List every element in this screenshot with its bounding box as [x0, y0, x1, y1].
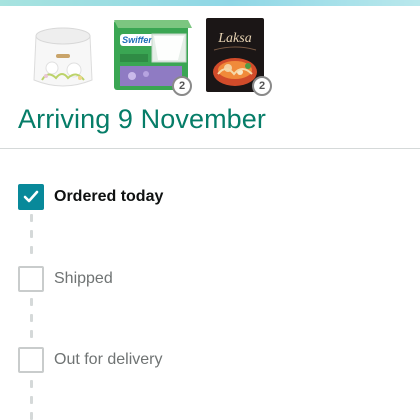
- progress-connector-dash: [30, 330, 33, 338]
- tracker-step-label: Out for delivery: [54, 351, 163, 368]
- progress-connector-dash: [30, 412, 33, 420]
- order-tracking-screen: Swiffer 2 Laksa 2 Arriving 9 November Or…: [0, 0, 420, 420]
- tracker-step-label: Shipped: [54, 270, 113, 287]
- progress-connector-dash: [30, 314, 33, 322]
- tracker-step-ordered: Ordered today: [18, 183, 318, 211]
- progress-connector-dash: [30, 230, 33, 238]
- progress-connector-dash: [30, 298, 33, 306]
- checkbox-empty-icon: [18, 347, 44, 373]
- tracker-step-shipped: Shipped: [18, 265, 318, 293]
- progress-connector-dash: [30, 246, 33, 254]
- tracker-step-out-for-delivery: Out for delivery: [18, 346, 318, 374]
- progress-connector-dash: [30, 396, 33, 404]
- tracker-step-label: Ordered today: [54, 188, 164, 205]
- delivery-progress-tracker: Ordered today Shipped Out for delivery: [0, 0, 420, 420]
- checkmark-icon: [23, 190, 39, 203]
- progress-connector-dash: [30, 380, 33, 388]
- progress-connector-dash: [30, 214, 33, 222]
- checkbox-checked-icon: [18, 184, 44, 210]
- checkbox-empty-icon: [18, 266, 44, 292]
